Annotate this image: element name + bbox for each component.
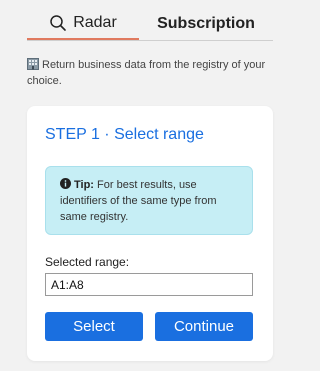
selected-range-input[interactable] [45, 273, 253, 296]
tab-subscription[interactable]: Subscription [139, 8, 273, 39]
tip-box: Tip: For best results, use identifiers o… [45, 166, 253, 235]
tab-radar[interactable]: Radar [27, 8, 139, 40]
tab-subscription-label: Subscription [157, 14, 255, 32]
step-card: STEP 1 · Select range Tip: For best resu… [27, 106, 273, 361]
sidebar-panel: Radar Subscription Return business data … [0, 0, 301, 371]
info-icon [60, 178, 71, 189]
description-text: Return business data from the registry o… [27, 59, 266, 87]
continue-button[interactable]: Continue [155, 312, 253, 341]
search-icon [49, 14, 67, 32]
select-button[interactable]: Select [45, 312, 143, 341]
tip-label: Tip: [74, 179, 94, 191]
selected-range-label: Selected range: [45, 255, 130, 269]
tab-bar: Radar Subscription [27, 8, 273, 41]
tab-radar-label: Radar [73, 14, 117, 31]
building-icon [27, 58, 39, 70]
step-title: STEP 1 · Select range [45, 126, 204, 143]
description: Return business data from the registry o… [27, 57, 277, 89]
